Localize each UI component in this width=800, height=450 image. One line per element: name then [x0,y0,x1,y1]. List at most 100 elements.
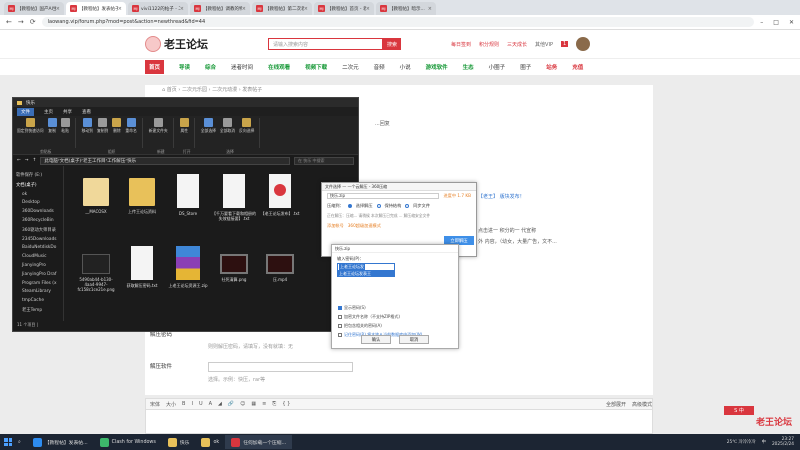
software-input[interactable] [208,362,353,372]
ribbon-button[interactable]: 复制到 [97,118,108,148]
notification-badge[interactable]: 1 [560,41,569,47]
ribbon-button[interactable]: 属性 [179,118,189,148]
editor-tool-button[interactable]: ◢ [218,401,222,407]
post-editor[interactable]: 宋体 大小 B I U A ◢ 🔗 ☺ ▦ ≡ ⎘ { } 全部展开 高级模式 [145,398,653,434]
search-icon[interactable]: ⌕ [18,439,21,445]
ribbon-button[interactable]: 重命名 [125,118,137,148]
ribbon-tab[interactable]: 主页 [44,109,53,115]
ribbon-button[interactable]: 反向选择 [239,118,254,148]
editor-mode-link[interactable]: 全部展开 [606,401,626,408]
tab-close-icon[interactable]: × [366,6,370,12]
editor-tool-button[interactable]: ☺ [240,401,245,407]
password-option[interactable]: 显示密码(S) [332,303,458,312]
tab-close-icon[interactable]: × [180,6,184,12]
up-icon[interactable]: ↑ [33,158,37,163]
navpane-item[interactable]: 软件保存 (E:) [16,172,60,178]
archive-path-field[interactable]: 快乐.zip [327,193,440,199]
editor-tool-button[interactable]: A [209,401,212,407]
navpane-item[interactable]: tmpCache [16,298,60,303]
file-item[interactable]: 【老王论坛发布】.txt [258,174,302,244]
address-path[interactable]: 此电脑 › 文档(桌子) › 老王工作目 › 工作解压 › 快乐 [40,156,290,165]
navpane-item[interactable]: ok [16,192,60,197]
navpane-item[interactable]: JianyingPro [16,263,60,268]
browser-tab[interactable]: MJ【教程帖】国产AI生成图片...× [4,2,64,15]
navpane-item[interactable]: CloudMusic [16,254,60,259]
forward-icon[interactable]: → [25,158,29,163]
ribbon-button[interactable]: 删除 [112,118,122,148]
taskbar-app[interactable]: Clash for Windows [94,435,162,449]
back-icon[interactable]: ← [6,18,12,26]
checkbox[interactable] [338,323,342,328]
file-item[interactable]: 上老王论坛资源王.zip [166,246,210,316]
browser-tab[interactable]: MJ【教程帖】发表帖子 - 老王论坛× [66,2,126,15]
add-account-link[interactable]: 添加帐号 [327,223,344,229]
path-segment[interactable]: 老王工作目 [83,158,106,164]
radio-option-1[interactable] [347,204,352,208]
password-option[interactable]: 把包含相关的密码(A) [332,321,458,330]
ribbon-tab[interactable]: 查看 [82,109,91,115]
taskbar-app[interactable]: ok [195,435,225,449]
navpane-item[interactable]: JianyingPro Draf [16,272,60,277]
editor-tool-button[interactable]: B [182,401,185,407]
nav-item[interactable]: 小说 [400,63,411,71]
explorer-search-input[interactable]: 在 快乐 中搜索 [294,156,354,165]
nav-item[interactable]: 生态 [463,63,474,71]
navpane-item[interactable]: Program Files (x [16,281,60,286]
ribbon-tab[interactable]: 文件 [17,107,34,116]
editor-tool-button[interactable]: I [191,401,192,407]
editor-tool-button[interactable]: 🔗 [228,401,234,407]
reload-icon[interactable]: ⟳ [30,18,36,26]
taskbar-app[interactable]: 【教程帖】发表帖... [27,435,94,449]
navpane-item[interactable]: 老王Temp [16,307,60,313]
navpane-item[interactable]: BaiduNetdiskDo [16,245,60,250]
nav-item[interactable]: 小圈子 [489,63,506,71]
browser-tab[interactable]: MJ 【教程帖】暗示... × [376,2,436,15]
vip-link[interactable]: 其他VIP [535,41,553,48]
browser-tab[interactable]: MJ【教程帖】第二次老王...× [252,2,312,15]
navpane-item[interactable]: 360RecycleBin [16,218,60,223]
password-input[interactable]: 上老王论坛发 [337,263,395,271]
search-input[interactable]: 请输入搜索内容 [268,38,383,50]
ribbon-button[interactable]: 移动到 [82,118,93,148]
path-segment[interactable]: 快乐 [127,158,136,164]
navpane-item[interactable]: 360Downloads [16,209,60,214]
tab-close-icon[interactable]: × [242,6,246,12]
editor-tool-button[interactable]: ⎘ [272,401,276,407]
file-item[interactable]: 【千万要看下载和相册的失效链接要】.txt [212,174,256,244]
editor-mode-link[interactable]: 高级模式 [632,401,652,408]
file-item[interactable]: 5490ab44-b130-4aa4-9947-fc158c1ce21e.png [74,246,118,316]
taskbar-app[interactable]: 快乐 [162,435,196,449]
cancel-button[interactable]: 取消 [399,335,429,344]
nav-item[interactable]: 充值 [572,63,583,71]
ribbon-button[interactable]: 全部取消 [220,118,235,148]
radio-option-2[interactable] [376,204,381,208]
file-item[interactable]: 社死清算.png [212,246,256,316]
editor-tool-button[interactable]: ▦ [251,401,256,407]
path-segment[interactable]: 工作解压 [107,158,125,164]
taskbar-app[interactable]: 任何加载一个压缩... [225,435,293,449]
nav-item[interactable]: 视频下载 [305,63,327,71]
points-link[interactable]: 积分规则 [479,41,499,48]
ribbon-button[interactable]: 复制 [47,118,57,148]
speed-mode-link[interactable]: 360超级加速模式 [348,223,381,229]
avatar[interactable] [576,37,591,51]
navpane-item[interactable]: 文档(桌子) [16,182,60,188]
file-item[interactable]: 获取解压密码.txt [120,246,164,316]
navpane-item[interactable]: 360驱动大师目录 [16,227,60,233]
ribbon-button[interactable]: 新建文件夹 [149,118,168,148]
site-logo[interactable]: 老王论坛 [145,36,208,52]
path-segment[interactable]: 文档(桌子) [60,158,82,164]
tab-close-icon[interactable]: × [428,6,432,12]
url-field[interactable]: laowang.vip/forum.php?mod=post&action=ne… [41,17,755,27]
nav-item[interactable]: 首页 [145,60,165,74]
browser-tab[interactable]: MJ【教程帖】调教的特殊...× [190,2,250,15]
nav-item[interactable]: 综合 [205,63,216,71]
nav-item[interactable]: 迷者时间 [231,63,253,71]
radio-option-3[interactable] [405,204,410,208]
growth-link[interactable]: 三天成长 [507,41,527,48]
forward-icon[interactable]: → [18,18,24,26]
file-item[interactable]: 上传王论坛资料 [120,174,164,244]
nav-item[interactable]: 站务 [546,63,557,71]
checkbox[interactable] [338,314,342,319]
checkbox[interactable] [338,305,342,310]
